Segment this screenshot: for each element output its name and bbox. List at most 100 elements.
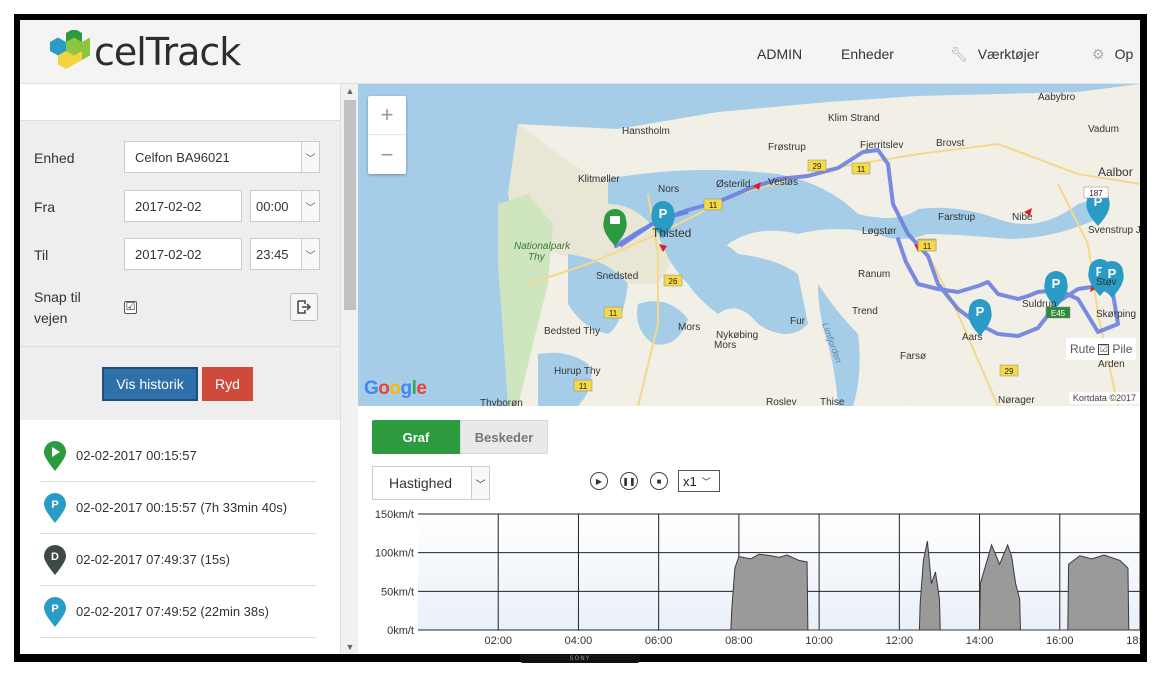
show-history-button[interactable]: Vis historik — [102, 367, 198, 401]
tab-graph[interactable]: Graf — [372, 420, 460, 454]
map-place-label: Mors — [714, 340, 736, 351]
road-number: 11 — [923, 242, 932, 251]
history-form: Enhed Celfon BA96021 ﹀ Fra 2017-02-02 00… — [20, 120, 340, 346]
event-list-item[interactable]: P 02-02-2017 00:15:57 (7h 33min 40s) — [40, 482, 316, 534]
parking-pin-icon: P — [44, 492, 66, 523]
device-select[interactable]: Celfon BA96021 ﹀ — [124, 141, 320, 173]
y-tick-label: 0km/t — [387, 625, 414, 637]
celtrack-logo[interactable]: celTrack — [38, 28, 241, 76]
x-tick-label: 16:00 — [1046, 635, 1074, 647]
x-tick-label: 12:00 — [886, 635, 914, 647]
arrows-label: Pile — [1112, 342, 1133, 356]
svg-text:P: P — [976, 304, 985, 319]
road-number: 11 — [579, 382, 588, 391]
stop-button[interactable]: ■ — [650, 472, 668, 490]
top-navigation-bar: celTrack ADMIN Enheder 🔧︎ Værktøjer ⚙ Op — [20, 20, 1140, 84]
x-tick-label: 14:00 — [966, 635, 994, 647]
nav-options-label: Op — [1114, 46, 1134, 62]
scrollbar-thumb[interactable] — [344, 100, 356, 310]
clear-button[interactable]: Ryd — [202, 367, 253, 401]
map[interactable]: P P P P P P Aabybro Hanstholm Klim Stran… — [358, 84, 1140, 406]
pause-icon: ❚❚ — [622, 476, 636, 486]
zoom-out-button[interactable]: − — [368, 135, 406, 174]
map-place-label: Nørager — [998, 395, 1035, 406]
map-place-label: Aars — [962, 332, 983, 343]
nav-options[interactable]: ⚙ Op — [1092, 46, 1133, 63]
from-time-value: 00:00 — [256, 198, 289, 214]
event-list-item[interactable]: D 02-02-2017 07:49:37 (15s) — [40, 534, 316, 586]
map-place-label: Klim Strand — [828, 113, 880, 124]
map-place-label: Thise — [820, 397, 845, 406]
y-tick-label: 50km/t — [381, 586, 414, 598]
snap-to-road-checkbox[interactable]: ☑ — [124, 301, 137, 314]
scroll-up-icon[interactable]: ▲ — [341, 84, 359, 98]
event-list-item[interactable]: 02-02-2017 00:15:57 — [40, 430, 316, 482]
road-number: 11 — [709, 201, 718, 210]
y-axis-labels: 0km/t 50km/t 100km/t 150km/t — [375, 510, 414, 637]
map-place-label: Farstrup — [938, 212, 976, 223]
map-canvas[interactable]: P P P P P P AabybroHanstholmKlim StrandV… — [358, 84, 1140, 406]
map-place-label: Støv — [1096, 277, 1117, 288]
speed-chart[interactable]: 0km/t 50km/t 100km/t 150km/t 02:00 04:00 06:0… — [358, 510, 1140, 654]
map-place-label: Thisted — [652, 226, 691, 240]
map-place-label: Nibe — [1012, 212, 1033, 223]
road-number: 11 — [609, 309, 618, 318]
map-place-label: Vesløs — [768, 177, 798, 188]
map-place-label: Østerild — [716, 179, 750, 190]
action-bar: Vis historik Ryd — [20, 346, 340, 420]
map-place-label: Fjerritslev — [860, 140, 903, 151]
metric-select[interactable]: Hastighed ﹀ — [372, 466, 490, 500]
map-place-label: Vadum — [1088, 124, 1119, 135]
y-tick-label: 150km/t — [375, 510, 414, 521]
road-number: 29 — [813, 162, 822, 171]
google-logo: Google — [364, 378, 427, 399]
nav-tools[interactable]: 🔧︎ Værktøjer — [950, 46, 1039, 63]
nav-admin[interactable]: ADMIN — [757, 46, 802, 62]
tab-messages[interactable]: Beskeder — [460, 420, 548, 454]
route-checkbox[interactable]: ☑ — [1098, 343, 1110, 355]
playback-speed-select[interactable]: x1 ﹀ — [678, 470, 720, 492]
zoom-in-button[interactable]: + — [368, 96, 406, 135]
nav-tools-label: Værktøjer — [977, 46, 1040, 62]
event-list-item[interactable]: P 02-02-2017 07:49:52 (22min 38s) — [40, 586, 316, 638]
sidebar: Enhed Celfon BA96021 ﹀ Fra 2017-02-02 00… — [20, 84, 358, 654]
sidebar-scrollbar[interactable]: ▲ ▼ — [340, 84, 358, 654]
map-place-label: Løgstør — [862, 226, 897, 237]
map-attribution: Kortdata ©2017 — [1068, 392, 1140, 404]
snap-label-line1: Snap til — [34, 289, 81, 305]
event-list: 02-02-2017 00:15:57 P 02-02-2017 00:15:57 … — [40, 430, 316, 638]
from-date-input[interactable]: 2017-02-02 — [124, 190, 242, 222]
map-place-label: Klitmøller — [578, 174, 620, 185]
map-place-label: Nors — [658, 184, 679, 195]
map-place-label: Trend — [852, 306, 878, 317]
hexagon-logo-icon — [50, 30, 90, 69]
map-place-label: Roslev — [766, 397, 797, 406]
export-button[interactable] — [290, 293, 318, 321]
scroll-down-icon[interactable]: ▼ — [341, 640, 359, 654]
to-time-value: 23:45 — [256, 246, 289, 262]
app-name: celTrack — [94, 30, 241, 74]
map-place-label: Mors — [678, 322, 700, 333]
from-time-select[interactable]: 00:00 ﹀ — [250, 190, 320, 222]
map-place-label: Skørping — [1096, 309, 1136, 320]
map-place-label: Thyborøn — [480, 398, 523, 406]
pause-button[interactable]: ❚❚ — [620, 472, 638, 490]
route-toggle[interactable]: Rute ☑ Pile — [1066, 338, 1137, 360]
wrench-icon: 🔧︎ — [950, 46, 968, 62]
x-tick-label: 06:00 — [645, 635, 673, 647]
x-tick-label: 08:00 — [725, 635, 753, 647]
play-button[interactable]: ▶ — [590, 472, 608, 490]
metric-select-value: Hastighed — [389, 475, 453, 491]
y-tick-label: 100km/t — [375, 548, 414, 560]
to-time-select[interactable]: 23:45 ﹀ — [250, 238, 320, 270]
map-place-label: Bedsted Thy — [544, 326, 600, 337]
map-place-label: Aalbor — [1098, 165, 1133, 179]
map-place-label: Brovst — [936, 138, 965, 149]
nav-devices[interactable]: Enheder — [841, 46, 894, 62]
to-date-input[interactable]: 2017-02-02 — [124, 238, 242, 270]
chevron-down-icon: ﹀ — [701, 476, 711, 487]
road-number: 29 — [1005, 367, 1014, 376]
snap-label-line2: vejen — [34, 310, 68, 326]
from-label: Fra — [34, 199, 55, 215]
bottom-panel: Graf Beskeder Hastighed ﹀ ▶ ❚❚ ■ x1 ﹀ 0k… — [358, 406, 1140, 654]
